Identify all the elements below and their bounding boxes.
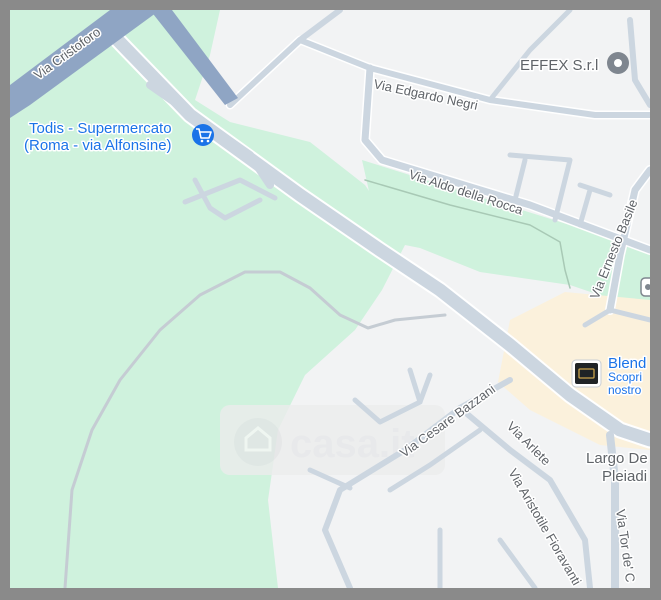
pin-marker-dot — [614, 59, 622, 67]
map-canvas[interactable]: casa.it Via Cristoforo Via Edgardo Negri… — [10, 10, 650, 588]
map-view[interactable]: casa.it Via Cristoforo Via Edgardo Negri… — [10, 10, 650, 588]
watermark-text: casa.it — [290, 422, 415, 466]
place-largo-line1: Largo De — [586, 450, 648, 467]
cart-wheel-right — [206, 139, 210, 143]
poi-todis-name[interactable]: Todis - Supermercato — [28, 119, 174, 139]
poi-todis-subtitle[interactable]: (Roma - via Alfonsine) — [23, 136, 174, 156]
poi-effex-name[interactable]: EFFEX S.r.l — [519, 56, 600, 76]
watermark-house-icon — [234, 418, 282, 466]
place-largo-line2: Pleiadi — [602, 468, 647, 485]
cart-wheel-left — [200, 139, 204, 143]
venue-logo-icon[interactable] — [571, 359, 602, 388]
poi-edge-icon[interactable] — [640, 277, 650, 297]
poi-blend-sub1: Scopri — [608, 370, 642, 384]
shopping-cart-icon[interactable] — [192, 124, 214, 146]
poi-blend-sub2: nostro — [608, 383, 642, 397]
place-pin-icon[interactable] — [607, 52, 629, 74]
